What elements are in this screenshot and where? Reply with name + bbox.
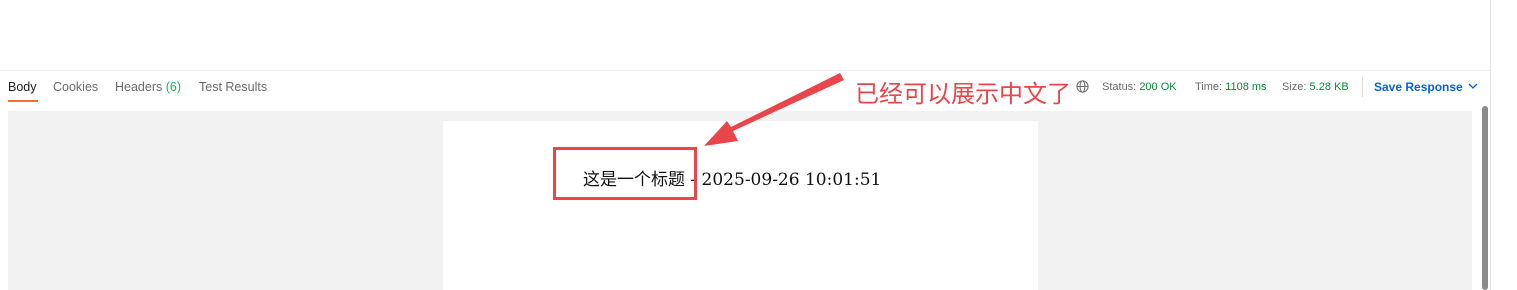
tab-headers[interactable]: Headers (6) bbox=[115, 80, 181, 94]
pane-divider bbox=[1490, 0, 1491, 290]
toolbar-separator bbox=[1362, 77, 1363, 97]
response-pane: Body Cookies Headers (6) Test Results St… bbox=[0, 0, 1517, 290]
time-label: Time: bbox=[1195, 81, 1223, 93]
active-tab-indicator bbox=[8, 100, 38, 102]
annotation-text: 已经可以展示中文了 bbox=[855, 80, 1071, 108]
tab-headers-label: Headers bbox=[115, 80, 163, 94]
tab-test-results[interactable]: Test Results bbox=[199, 80, 267, 94]
save-response-button[interactable]: Save Response bbox=[1374, 80, 1463, 94]
status-label: Status: bbox=[1102, 81, 1137, 93]
size-label: Size: bbox=[1282, 81, 1307, 93]
time-readout[interactable]: Time: 1108 ms bbox=[1195, 81, 1267, 93]
request-area bbox=[0, 0, 1490, 71]
status-value: 200 OK bbox=[1139, 81, 1177, 93]
tab-body[interactable]: Body bbox=[8, 80, 37, 94]
tab-cookies[interactable]: Cookies bbox=[53, 80, 98, 94]
chevron-down-icon[interactable] bbox=[1468, 82, 1478, 90]
size-value: 5.28 KB bbox=[1309, 81, 1349, 93]
scrollbar-thumb[interactable] bbox=[1482, 106, 1488, 290]
headers-count-badge: (6) bbox=[165, 80, 182, 94]
preview-document bbox=[443, 121, 1038, 290]
globe-icon[interactable] bbox=[1076, 80, 1089, 93]
status-readout[interactable]: Status: 200 OK bbox=[1102, 81, 1177, 93]
size-readout[interactable]: Size: 5.28 KB bbox=[1282, 81, 1349, 93]
annotation-highlight-box bbox=[553, 147, 697, 200]
time-value: 1108 ms bbox=[1225, 81, 1267, 93]
